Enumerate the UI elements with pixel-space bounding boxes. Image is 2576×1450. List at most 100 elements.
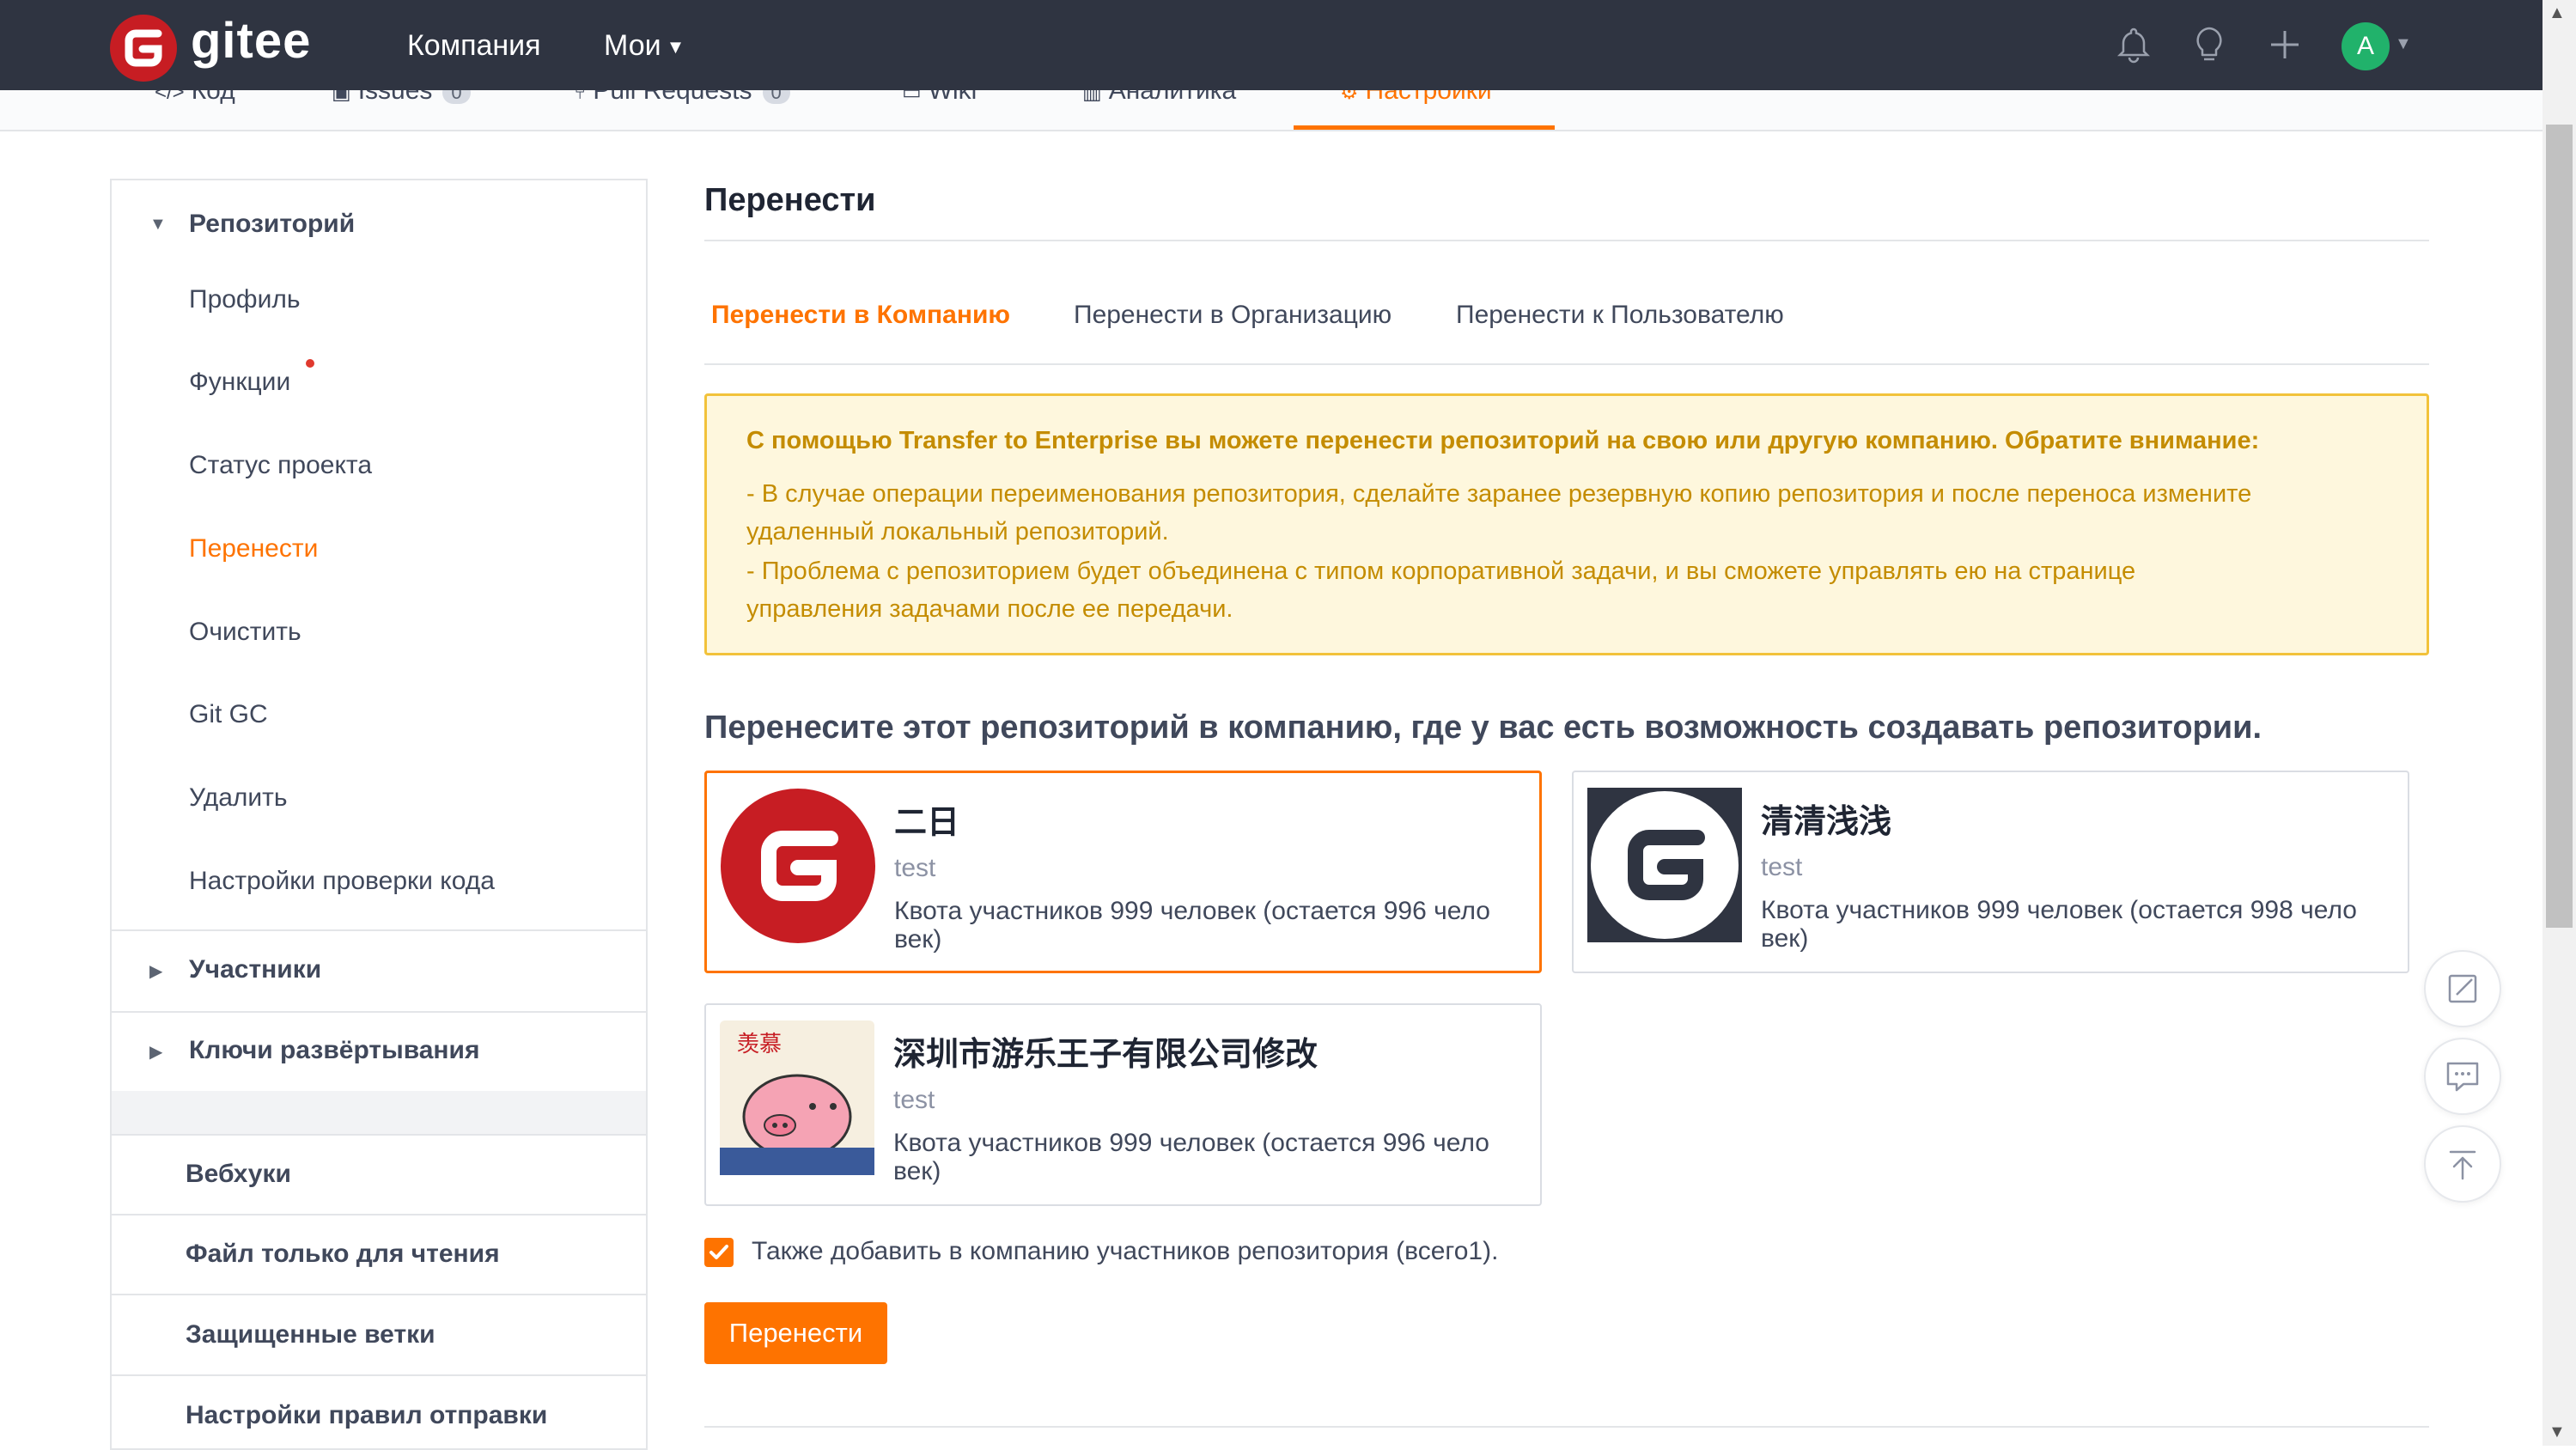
settings-icon: ⚙: [1340, 90, 1359, 104]
sidebar-section-repository[interactable]: Репозиторий: [189, 210, 355, 239]
enterprise-name: 深圳市游乐王子有限公司修改: [893, 1037, 1318, 1073]
sidebar-item-git-gc[interactable]: Git GC: [189, 700, 268, 729]
sidebar-item-profile[interactable]: Профиль: [189, 285, 301, 314]
enterprise-card[interactable]: 羡慕 深圳市游乐王子有限公司修改 test Квота участников 9…: [704, 1003, 1542, 1206]
nav-mine-label: Мои: [604, 29, 661, 62]
tab-transfer-to-organization[interactable]: Перенести в Организацию: [1074, 301, 1392, 330]
enterprise-logo-icon: [721, 789, 875, 943]
sidebar-section-members[interactable]: Участники: [189, 955, 321, 984]
transfer-notice: С помощью Transfer to Enterprise вы може…: [704, 393, 2429, 655]
sidebar-item-cleanup[interactable]: Очистить: [189, 618, 301, 647]
enterprise-description: test: [1761, 853, 1803, 881]
new-feature-dot: [306, 359, 314, 368]
tab-wiki[interactable]: ▭ Wiki: [902, 90, 977, 106]
tab-pull-requests-label: Pull Requests: [593, 90, 752, 105]
sidebar-section-deploy-keys[interactable]: Ключи развёртывания: [189, 1036, 480, 1065]
analytics-icon: ▥: [1082, 90, 1102, 104]
sidebar-divider: [112, 1294, 646, 1295]
caret-right-icon[interactable]: ▶: [149, 960, 162, 982]
back-to-top-floating-button[interactable]: [2424, 1125, 2501, 1203]
tab-transfer-to-enterprise[interactable]: Перенести в Компанию: [711, 301, 1010, 330]
sidebar-item-project-status[interactable]: Статус проекта: [189, 451, 372, 480]
issues-icon: ▣: [332, 90, 351, 104]
bell-icon[interactable]: [2113, 24, 2154, 65]
enterprise-card[interactable]: 清清浅浅 test Квота участников 999 человек (…: [1572, 771, 2409, 973]
piggy-avatar-icon: 羡慕: [720, 1020, 874, 1175]
enterprise-logo-icon: [1587, 788, 1742, 942]
transfer-button[interactable]: Перенести: [704, 1302, 887, 1364]
enterprise-name: 清清浅浅: [1761, 804, 1892, 840]
page-title: Перенести: [704, 182, 876, 218]
sidebar-item-webhooks[interactable]: Вебхуки: [186, 1160, 291, 1189]
sidebar-item-delete[interactable]: Удалить: [189, 783, 288, 813]
tab-issues-label: Issues: [357, 90, 433, 105]
section-heading: Перенесите этот репозиторий в компанию, …: [704, 710, 2262, 746]
lightbulb-icon[interactable]: [2189, 24, 2230, 65]
enterprise-description: test: [893, 1086, 935, 1114]
enterprise-quota: Квота участников 999 человек (остается 9…: [893, 1129, 1489, 1185]
edit-icon: [2448, 974, 2477, 1003]
gitee-logo-icon[interactable]: [110, 15, 177, 82]
sidebar-item-readonly-file[interactable]: Файл только для чтения: [186, 1240, 500, 1269]
notice-line: удаленный локальный репозиторий.: [746, 518, 1169, 545]
tab-code-label: Код: [191, 90, 235, 105]
tab-analytics-label: Аналитика: [1108, 90, 1237, 105]
enterprise-quota: Квота участников 999 человек (остается 9…: [894, 897, 1490, 953]
sidebar-item-protected-branches[interactable]: Защищенные ветки: [186, 1320, 435, 1349]
code-icon: </>: [155, 90, 185, 104]
notice-line: - В случае операции переименования репоз…: [746, 480, 2252, 508]
sidebar-item-transfer[interactable]: Перенести: [189, 534, 318, 564]
caret-down-icon[interactable]: ▼: [149, 215, 167, 235]
tab-settings[interactable]: ⚙ Настройки: [1340, 90, 1492, 106]
top-navbar: gitee Компания Мои ▼ A ▼: [0, 0, 2543, 90]
sidebar-item-code-review-settings[interactable]: Настройки проверки кода: [189, 867, 495, 896]
scroll-up-arrow-icon[interactable]: ▲: [2549, 3, 2566, 23]
nav-mine[interactable]: Мои ▼: [604, 29, 685, 63]
notice-line: - Проблема с репозиторием будет объедине…: [746, 557, 2136, 585]
tab-pull-requests[interactable]: ⑂ Pull Requests 0: [574, 90, 790, 106]
tab-wiki-label: Wiki: [928, 90, 977, 105]
bottom-divider: [704, 1426, 2429, 1428]
plus-icon[interactable]: [2264, 24, 2305, 65]
enterprise-name: 二日: [894, 805, 960, 841]
sidebar-item-push-rules[interactable]: Настройки правил отправки: [186, 1401, 547, 1430]
add-members-checkbox[interactable]: [704, 1238, 734, 1267]
wiki-icon: ▭: [902, 90, 922, 104]
repo-tab-bar: </> Код ▣ Issues 0 ⑂ Pull Requests 0 ▭ Wiki ▥ А…: [0, 90, 2543, 131]
edit-floating-button[interactable]: [2424, 950, 2501, 1027]
title-divider: [704, 240, 2429, 241]
sidebar-divider: [112, 1214, 646, 1215]
settings-sidebar: ▼ Репозиторий Профиль Функции Статус про…: [110, 179, 648, 1450]
sidebar-spacer: [112, 1091, 646, 1134]
nav-enterprise[interactable]: Компания: [407, 29, 541, 63]
comment-floating-button[interactable]: [2424, 1038, 2501, 1115]
issues-count-badge: 0: [442, 90, 471, 104]
tabs-divider: [704, 363, 2429, 365]
user-avatar[interactable]: A: [2342, 22, 2390, 70]
caret-right-icon[interactable]: ▶: [149, 1041, 162, 1063]
chevron-down-icon: ▼: [666, 36, 685, 58]
add-members-checkbox-label[interactable]: Также добавить в компанию участников реп…: [752, 1237, 1498, 1266]
tab-code[interactable]: </> Код: [155, 90, 235, 106]
pull-requests-count-badge: 0: [762, 90, 790, 104]
tab-settings-label: Настройки: [1365, 90, 1492, 105]
comment-icon: [2446, 1062, 2479, 1092]
scrollbar-thumb[interactable]: [2546, 125, 2573, 928]
enterprise-description: test: [894, 854, 936, 882]
sidebar-divider: [112, 1011, 646, 1013]
tab-issues[interactable]: ▣ Issues 0: [332, 90, 471, 106]
arrow-up-icon: [2449, 1150, 2476, 1180]
enterprise-card[interactable]: 二日 test Квота участников 999 человек (ос…: [704, 771, 1542, 973]
sidebar-divider: [112, 929, 646, 931]
active-tab-underline: [1294, 125, 1555, 130]
sidebar-divider: [112, 1134, 646, 1136]
avatar-chevron-down-icon[interactable]: ▼: [2395, 34, 2412, 54]
sidebar-divider: [112, 1374, 646, 1376]
avatar-caption: 羡慕: [737, 1032, 782, 1057]
scroll-down-arrow-icon[interactable]: ▼: [2549, 1423, 2566, 1442]
tab-transfer-to-user[interactable]: Перенести к Пользователю: [1456, 301, 1784, 330]
tab-analytics[interactable]: ▥ Аналитика: [1082, 90, 1236, 106]
gitee-logo-text[interactable]: gitee: [191, 12, 311, 70]
sidebar-item-features[interactable]: Функции: [189, 368, 290, 397]
notice-line: управления задачами после ее передачи.: [746, 595, 1233, 623]
